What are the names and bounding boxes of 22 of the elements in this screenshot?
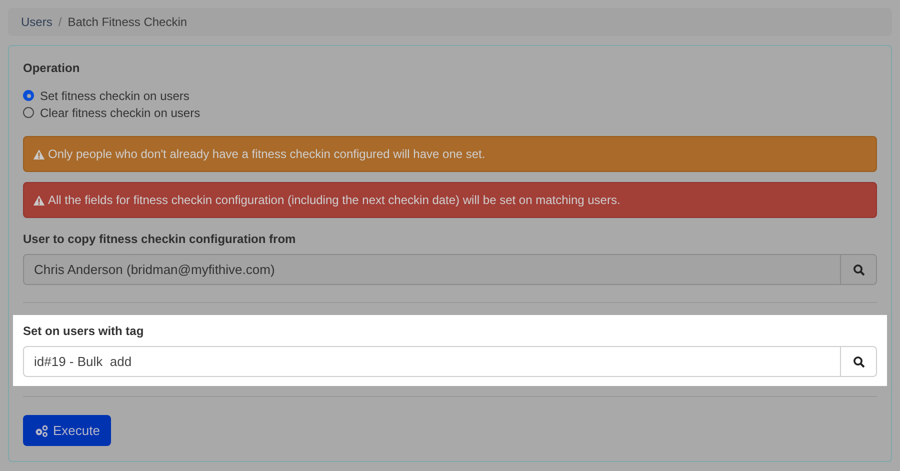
- execute-button[interactable]: Execute: [23, 415, 111, 446]
- radio-button[interactable]: [23, 90, 34, 101]
- section-label: Operation: [23, 60, 81, 75]
- field-value: id#19 - Bulk add: [33, 352, 133, 371]
- radio-label[interactable]: Clear fitness checkin on users: [40, 104, 200, 122]
- alert-text: All the fields for fitness checkin configuration (including the next checkin date) will be set on matching users.: [48, 192, 620, 209]
- field-value: Chris Anderson (bridman@myfithive.com): [33, 260, 276, 279]
- warning-icon: [33, 148, 45, 160]
- alert-text: Only people who don't already have a fitness checkin configured will have one set.: [48, 146, 486, 163]
- warning-icon: [33, 194, 45, 206]
- radio-button[interactable]: [23, 107, 34, 118]
- radio-label[interactable]: Set fitness checkin on users: [40, 86, 190, 104]
- breadcrumb-link[interactable]: Users: [21, 13, 52, 31]
- breadcrumb-separator: /: [58, 14, 62, 31]
- tag-field[interactable]: id#19 - Bulk add: [23, 346, 877, 377]
- search-icon: [852, 264, 864, 276]
- field-label: Set on users with tag: [23, 323, 145, 340]
- field-label: User to copy fitness checkin configuration from: [23, 231, 297, 248]
- search-icon: [852, 356, 864, 368]
- breadcrumb-current: Batch Fitness Checkin: [68, 14, 188, 31]
- gears-icon: [34, 424, 48, 436]
- user-field[interactable]: Chris Anderson (bridman@myfithive.com): [23, 254, 877, 285]
